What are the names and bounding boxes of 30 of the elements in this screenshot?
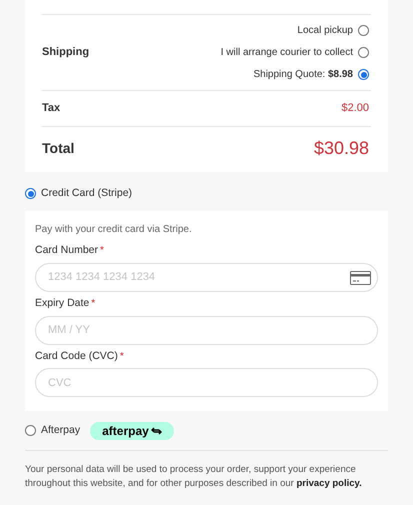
arrows-icon [150,426,162,435]
shipping-option-label[interactable]: Local pickup [297,23,353,38]
required-mark: * [100,244,104,258]
total-amount: $30.98 [314,137,370,160]
input-field[interactable]: MM / YY [35,316,378,344]
privacy-policy-link[interactable]: privacy policy. [296,478,362,490]
radio-button[interactable] [25,188,36,199]
payment-method-label[interactable]: Afterpay [41,422,80,439]
required-mark: * [120,350,124,364]
payment-description: Pay with your credit card via Stripe. [35,223,193,237]
credit-card-icon [350,270,371,285]
field-label: Card Code (CVC) [35,348,118,364]
radio-button[interactable] [25,425,36,436]
input-field[interactable]: 1234 1234 1234 1234 [35,262,378,292]
field-label: Card Number [35,243,98,258]
row-label: Shipping [42,45,90,60]
privacy-notice: Your personal data will be used to process your order, support your experience throughout this website, and for other purposes described in our privacy policy. [25,463,363,492]
radio-button[interactable] [358,47,369,58]
shipping-option-label[interactable]: Shipping Quote: $8.98 [253,67,353,82]
shipping-option-label[interactable]: I will arrange courier to collect [220,45,353,60]
radio-button[interactable] [358,69,369,80]
tax-amount: $2.00 [341,101,370,116]
required-mark: * [91,296,96,311]
row-label: Tax [42,101,62,116]
radio-button[interactable] [358,25,369,36]
input-field[interactable]: CVC [35,368,378,398]
field-label: Expiry Date [35,296,90,311]
total-label: Total [42,139,76,158]
payment-method-label[interactable]: Credit Card (Stripe) [41,186,132,202]
afterpay-badge: afterpay [90,422,174,440]
